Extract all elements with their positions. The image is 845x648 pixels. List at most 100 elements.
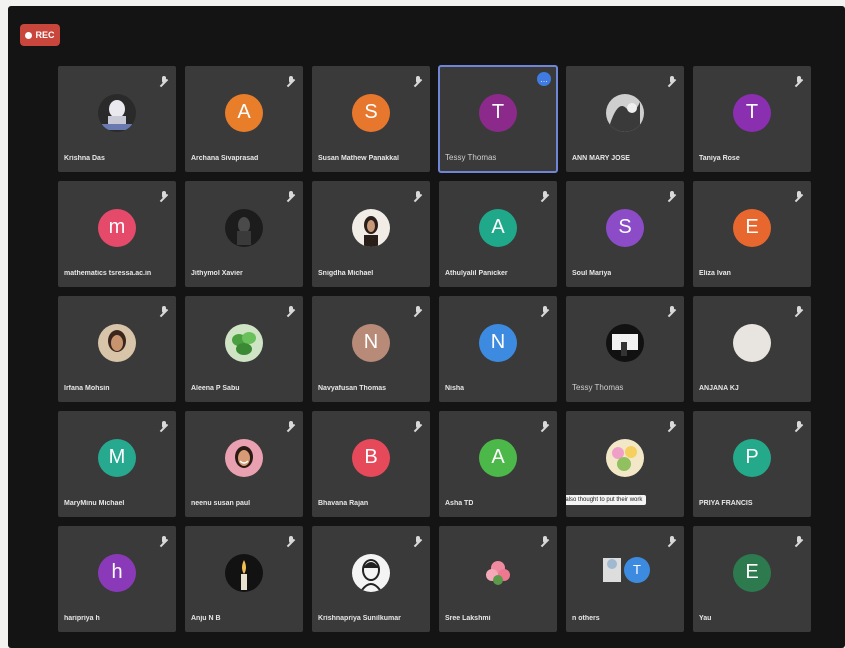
- participant-tile[interactable]: A Athulyalil Panicker: [439, 181, 557, 287]
- participant-name: Krishna Das: [64, 155, 105, 162]
- participant-name: Navyafusan Thomas: [318, 385, 387, 392]
- mic-muted-icon: [797, 306, 801, 313]
- participant-tile[interactable]: N Navyafusan Thomas: [312, 296, 430, 402]
- meeting-window: REC Krishna Das A Archana Sivaprasad S Susan…: [8, 6, 845, 648]
- avatar: S: [352, 93, 390, 132]
- more-options-icon[interactable]: …: [537, 72, 551, 86]
- avatar: A: [479, 438, 517, 477]
- avatar-photo: [606, 323, 644, 362]
- participant-tile[interactable]: B Bhavana Rajan: [312, 411, 430, 517]
- participant-name: ANJANA KJ: [699, 385, 739, 392]
- participant-tile[interactable]: Krishna Das: [58, 66, 176, 172]
- avatar-photo: [225, 553, 263, 592]
- participant-name: ANN MARY JOSE: [572, 155, 630, 162]
- participant-name: Krishnapriya Sunilkumar: [318, 615, 401, 622]
- avatar-photo: [352, 553, 390, 592]
- participant-name: Soul Mariya: [572, 270, 612, 277]
- record-dot-icon: [25, 31, 33, 39]
- participant-tile[interactable]: Tn others: [566, 526, 684, 632]
- avatar-photo: [479, 553, 517, 592]
- avatar: B: [352, 438, 390, 477]
- mic-muted-icon: [162, 306, 166, 313]
- participant-tile[interactable]: Anju N B: [185, 526, 303, 632]
- participant-tile[interactable]: E Yau: [693, 526, 811, 632]
- participant-tile[interactable]: T Taniya Rose: [693, 66, 811, 172]
- mic-muted-icon: [162, 536, 166, 543]
- avatar-photo: [225, 438, 263, 477]
- participant-name: Taniya Rose: [699, 155, 740, 162]
- participant-name: Sree Lakshmi: [445, 615, 491, 622]
- mic-muted-icon: [797, 421, 801, 428]
- participant-name: Athulyalil Panicker: [445, 270, 508, 277]
- participant-tile[interactable]: h haripriya h: [58, 526, 176, 632]
- participant-tile[interactable]: Aleena P Sabu: [185, 296, 303, 402]
- participant-tile[interactable]: S Soul Mariya: [566, 181, 684, 287]
- mic-muted-icon: [797, 76, 801, 83]
- mic-muted-icon: [289, 306, 293, 313]
- avatar: [733, 323, 771, 362]
- avatar: M: [98, 438, 136, 477]
- participant-name: Susan Mathew Panakkal: [318, 155, 399, 162]
- mic-muted-icon: [543, 191, 547, 198]
- mic-muted-icon: [416, 421, 420, 428]
- participant-tile[interactable]: M MaryMinu Michael: [58, 411, 176, 517]
- mic-muted-icon: [162, 191, 166, 198]
- mic-muted-icon: [543, 536, 547, 543]
- participant-name: Jithymol Xavier: [191, 270, 243, 277]
- participant-tile[interactable]: Irfana Mohsin: [58, 296, 176, 402]
- participant-name: haripriya h: [64, 615, 100, 622]
- mic-muted-icon: [797, 191, 801, 198]
- participant-name: Asha TD: [445, 500, 474, 507]
- mic-muted-icon: [670, 76, 674, 83]
- others-letter: T: [633, 562, 641, 578]
- participant-tile[interactable]: Tessy Thomas: [566, 296, 684, 402]
- participant-tile[interactable]: P PRIYA FRANCIS: [693, 411, 811, 517]
- participant-tile[interactable]: m mathematics tsressa.ac.in: [58, 181, 176, 287]
- others-avatar-group: T: [601, 552, 653, 588]
- participant-name: mathematics tsressa.ac.in: [64, 270, 152, 277]
- mic-muted-icon: [416, 536, 420, 543]
- participant-tile[interactable]: Snigdha Michael: [312, 181, 430, 287]
- avatar-photo: [606, 438, 644, 477]
- avatar: E: [733, 553, 771, 592]
- participant-name: Yau: [699, 615, 712, 622]
- avatar-photo: [606, 93, 644, 132]
- mic-muted-icon: [543, 421, 547, 428]
- participant-tile[interactable]: T … Tessy Thomas: [438, 65, 558, 173]
- mic-muted-icon: [289, 536, 293, 543]
- avatar-photo: [225, 208, 263, 247]
- participant-tile[interactable]: ANN MARY JOSE: [566, 66, 684, 172]
- participant-tile[interactable]: He also thought to put their work: [566, 411, 684, 517]
- recording-indicator[interactable]: REC: [20, 24, 60, 46]
- avatar: N: [479, 323, 517, 362]
- mic-muted-icon: [162, 76, 166, 83]
- participant-name: MaryMinu Michael: [64, 500, 125, 507]
- avatar: E: [733, 208, 771, 247]
- participant-name: Eliza Ivan: [699, 270, 731, 277]
- participant-tile[interactable]: ANJANA KJ: [693, 296, 811, 402]
- avatar: T: [479, 93, 517, 132]
- participant-tile[interactable]: A Archana Sivaprasad: [185, 66, 303, 172]
- participant-tile[interactable]: S Susan Mathew Panakkal: [312, 66, 430, 172]
- avatar: h: [98, 553, 136, 592]
- avatar-photo: [98, 93, 136, 132]
- mic-muted-icon: [797, 536, 801, 543]
- participant-tile[interactable]: Krishnapriya Sunilkumar: [312, 526, 430, 632]
- avatar-photo: [352, 208, 390, 247]
- participant-tile[interactable]: neenu susan paul: [185, 411, 303, 517]
- mic-muted-icon: [162, 421, 166, 428]
- participant-tile[interactable]: Sree Lakshmi: [439, 526, 557, 632]
- recording-label: REC: [35, 30, 55, 40]
- mic-muted-icon: [416, 306, 420, 313]
- avatar: N: [352, 323, 390, 362]
- participant-tile[interactable]: E Eliza Ivan: [693, 181, 811, 287]
- participant-name: Archana Sivaprasad: [191, 155, 259, 162]
- avatar: P: [733, 438, 771, 477]
- mic-muted-icon: [289, 76, 293, 83]
- avatar-photo: [98, 323, 136, 362]
- participant-tile[interactable]: A Asha TD: [439, 411, 557, 517]
- participant-tile[interactable]: N Nisha: [439, 296, 557, 402]
- participant-name: n others: [572, 615, 600, 622]
- participant-tile[interactable]: Jithymol Xavier: [185, 181, 303, 287]
- participant-name: Tessy Thomas: [572, 383, 624, 392]
